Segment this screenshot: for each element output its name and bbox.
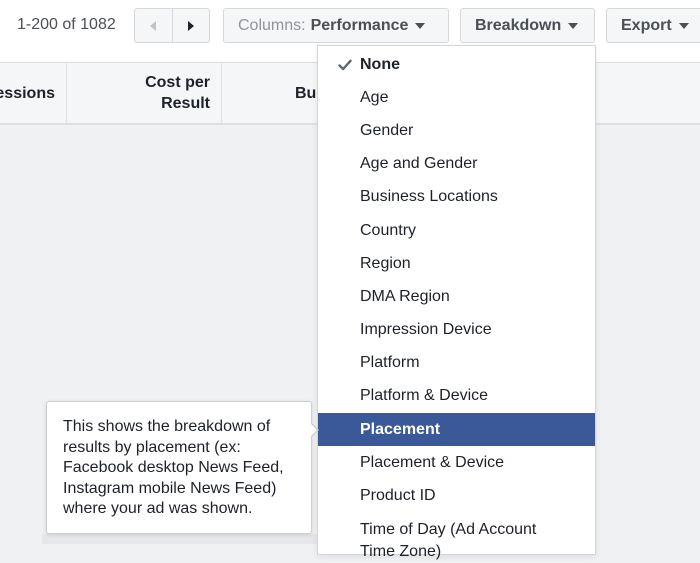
- breakdown-menu-item-label: Business Locations: [360, 188, 498, 206]
- columns-value: Performance: [310, 16, 409, 34]
- breakdown-dropdown-button[interactable]: Breakdown: [460, 8, 595, 43]
- breakdown-menu-item-label: Placement: [360, 420, 441, 438]
- breakdown-menu-item-label: Gender: [360, 121, 414, 139]
- breakdown-menu-item-label: Placement & Device: [360, 453, 505, 471]
- column-header-empty: [600, 63, 700, 123]
- column-header-label: Cost per Result: [145, 74, 210, 112]
- columns-dropdown-button[interactable]: Columns: Performance: [223, 8, 449, 43]
- caret-down-icon: [415, 22, 426, 29]
- breakdown-menu-item-label: Age: [360, 88, 389, 106]
- breakdown-menu-item[interactable]: Business Locations: [318, 181, 595, 214]
- next-page-button[interactable]: [171, 9, 210, 42]
- breakdown-menu-item-label: None: [360, 55, 400, 73]
- column-header-label: Bu: [295, 84, 317, 102]
- breakdown-label: Breakdown: [475, 16, 562, 34]
- breakdown-menu-item[interactable]: Age and Gender: [318, 148, 595, 181]
- breakdown-menu-item[interactable]: Gender: [318, 114, 595, 147]
- breakdown-menu-item[interactable]: DMA Region: [318, 280, 595, 313]
- triangle-left-icon: [150, 20, 157, 31]
- breakdown-menu-item-label: Time of Day (Ad Account Time Zone): [360, 520, 537, 560]
- placement-tooltip: This shows the breakdown of results by p…: [46, 401, 319, 534]
- pager-controls: [134, 8, 210, 43]
- caret-down-icon: [568, 22, 579, 29]
- tooltip-text: This shows the breakdown of results by p…: [63, 418, 284, 517]
- column-header-budget[interactable]: Bu: [222, 63, 322, 123]
- breakdown-menu-item[interactable]: Placement & Device: [318, 446, 595, 479]
- breakdown-menu-item-label: Product ID: [360, 487, 436, 505]
- previous-page-button[interactable]: [135, 9, 172, 42]
- breakdown-menu-item-label: Impression Device: [360, 321, 492, 339]
- breakdown-menu-item[interactable]: Placement: [318, 413, 595, 447]
- tooltip-arrow: [310, 422, 319, 438]
- breakdown-menu-item[interactable]: Time of Day (Ad Account Time Zone): [318, 513, 558, 560]
- breakdown-menu-item[interactable]: Impression Device: [318, 314, 595, 347]
- caret-down-icon: [678, 22, 689, 29]
- breakdown-menu: None Age Gender Age and Gender Business Loca…: [317, 45, 596, 560]
- breakdown-menu-item-label: Platform & Device: [360, 387, 489, 405]
- breakdown-menu-item-label: Platform: [360, 354, 420, 372]
- breakdown-menu-item[interactable]: Region: [318, 247, 595, 280]
- breakdown-menu-item-label: DMA Region: [360, 287, 450, 305]
- table-row-partial: [42, 534, 317, 544]
- column-header-label: essions: [0, 84, 55, 102]
- triangle-right-icon: [187, 20, 194, 31]
- column-header-impressions[interactable]: essions: [0, 63, 67, 123]
- pager-label: 1-200 of 1082: [17, 16, 116, 33]
- breakdown-menu-item-label: Age and Gender: [360, 155, 478, 173]
- breakdown-menu-item[interactable]: None: [318, 48, 595, 81]
- column-header-cost-per-result[interactable]: Cost per Result: [67, 63, 222, 123]
- breakdown-menu-item[interactable]: Platform: [318, 347, 595, 380]
- columns-prefix: Columns:: [238, 16, 306, 34]
- breakdown-menu-item[interactable]: Country: [318, 214, 595, 247]
- breakdown-menu-item-label: Country: [360, 221, 417, 239]
- breakdown-menu-item[interactable]: Age: [318, 81, 595, 114]
- breakdown-menu-item[interactable]: Product ID: [318, 479, 595, 512]
- export-dropdown-button[interactable]: Export: [606, 8, 700, 43]
- export-label: Export: [621, 16, 672, 34]
- checkmark-icon: [338, 59, 352, 70]
- breakdown-menu-item[interactable]: Platform & Device: [318, 380, 595, 413]
- breakdown-menu-item-label: Region: [360, 254, 411, 272]
